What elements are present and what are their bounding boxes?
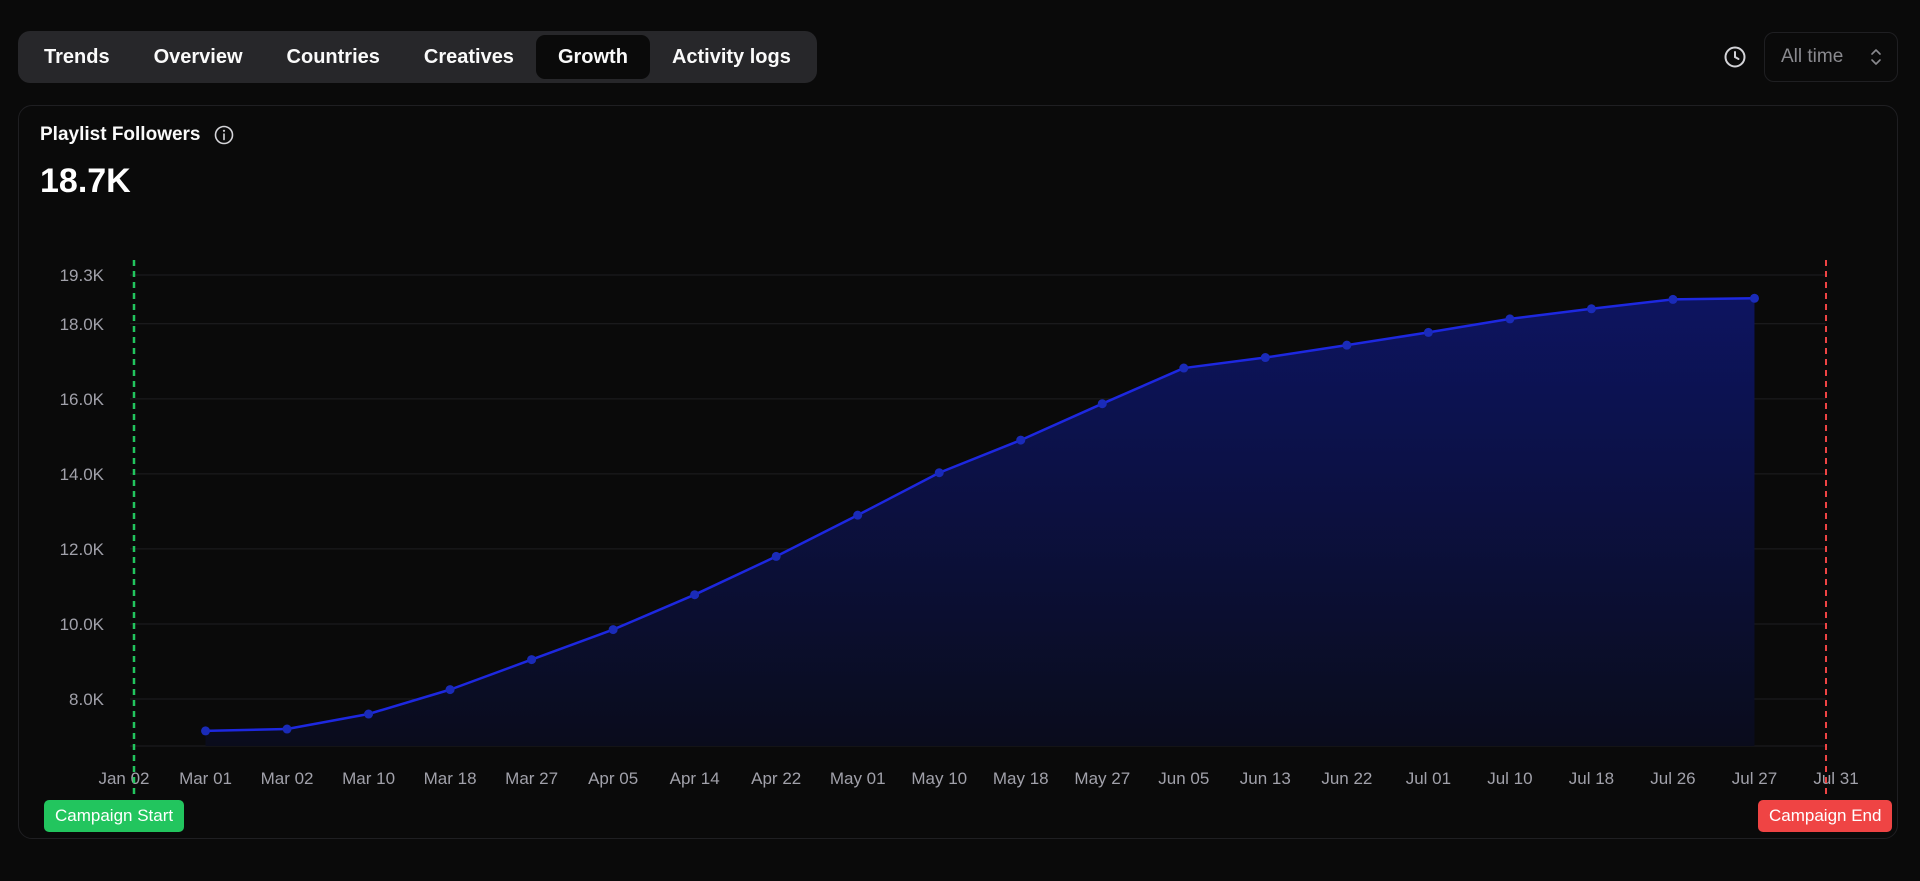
data-point [690,590,700,600]
y-tick-label: 12.0K [60,540,105,559]
x-tick-label: May 01 [830,769,886,788]
data-point [771,551,781,561]
data-point [1179,363,1189,373]
data-point [1505,314,1515,324]
series-area [205,298,1755,746]
y-tick-label: 19.3K [60,266,105,285]
y-tick-label: 18.0K [60,315,105,334]
x-tick-label: Mar 02 [261,769,314,788]
data-point [1016,435,1026,445]
data-point [1749,293,1759,303]
data-point [364,709,374,719]
data-point [934,468,944,478]
y-tick-label: 14.0K [60,465,105,484]
x-tick-label: Mar 01 [179,769,232,788]
campaign-start-badge: Campaign Start [44,800,185,832]
data-point [1586,304,1596,314]
followers-area-chart: 19.3K 18.0K 16.0K 14.0K 12.0K 10.0K 8.0K Jan 02… [60,260,1859,796]
x-tick-label: Jul 27 [1732,769,1777,788]
x-tick-label: Jul 01 [1406,769,1451,788]
y-tick-label: 16.0K [60,390,105,409]
data-point [527,655,537,665]
x-tick-label: Jul 26 [1650,769,1695,788]
campaign-end-badge: Campaign End [1758,800,1893,832]
y-tick-label: 10.0K [60,615,105,634]
x-tick-label: Jul 31 [1813,769,1858,788]
x-tick-label: May 18 [993,769,1049,788]
data-point [445,685,455,695]
x-tick-label: Jun 13 [1240,769,1291,788]
x-tick-label: May 27 [1074,769,1130,788]
x-tick-label: May 10 [911,769,967,788]
x-tick-label: Mar 10 [342,769,395,788]
data-point [608,625,618,635]
x-tick-label: Apr 05 [588,769,638,788]
data-point [1260,353,1270,363]
x-tick-label: Apr 22 [751,769,801,788]
y-tick-label: 8.0K [69,690,105,709]
data-point [1097,399,1107,409]
x-tick-label: Jan 02 [98,769,149,788]
data-point [282,724,292,734]
data-point [201,726,211,736]
x-tick-label: Jun 22 [1321,769,1372,788]
x-tick-label: Mar 18 [424,769,477,788]
data-point [1423,327,1433,337]
x-tick-label: Apr 14 [670,769,720,788]
data-point [853,510,863,520]
x-tick-label: Jul 10 [1487,769,1532,788]
data-point [1342,340,1352,350]
x-tick-label: Mar 27 [505,769,558,788]
data-point [1668,294,1678,304]
x-tick-label: Jul 18 [1569,769,1614,788]
x-tick-label: Jun 05 [1158,769,1209,788]
